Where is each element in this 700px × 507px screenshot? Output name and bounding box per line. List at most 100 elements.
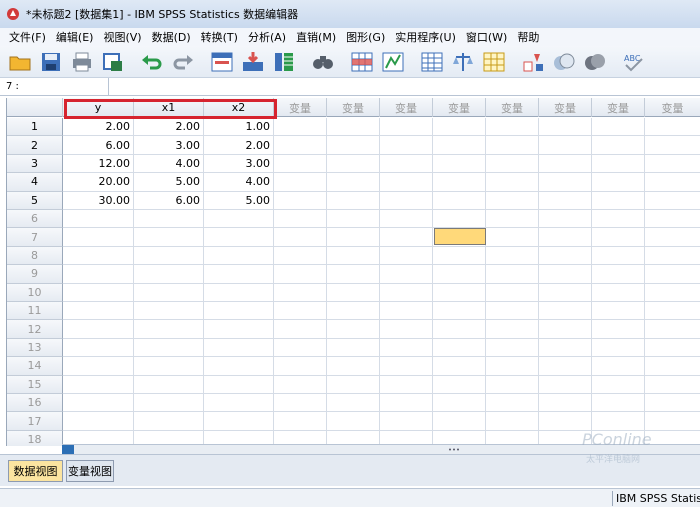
data-cell[interactable]: [327, 210, 380, 229]
data-cell[interactable]: [63, 357, 134, 376]
data-cell[interactable]: [433, 246, 486, 266]
data-cell[interactable]: [274, 228, 327, 247]
data-cell[interactable]: [274, 191, 327, 210]
data-cell[interactable]: [63, 283, 134, 302]
data-cell[interactable]: [274, 302, 327, 321]
data-cell[interactable]: [274, 246, 327, 266]
undo-icon[interactable]: [140, 50, 164, 74]
data-cell[interactable]: [134, 302, 204, 321]
data-cell[interactable]: [539, 246, 592, 266]
row-header[interactable]: 5: [7, 191, 63, 210]
data-cell[interactable]: [592, 136, 645, 155]
data-cell[interactable]: [592, 191, 645, 210]
data-cell[interactable]: [645, 154, 700, 174]
data-cell[interactable]: [380, 118, 433, 137]
row-header[interactable]: 1: [7, 118, 63, 137]
data-cell[interactable]: [592, 357, 645, 376]
redo-icon[interactable]: [171, 50, 195, 74]
data-cell[interactable]: 2.00: [63, 118, 134, 137]
data-cell[interactable]: [539, 154, 592, 174]
data-cell[interactable]: [274, 357, 327, 376]
data-cell[interactable]: [327, 412, 380, 431]
row-header[interactable]: 15: [7, 375, 63, 394]
data-cell[interactable]: [486, 357, 539, 376]
data-cell[interactable]: [592, 283, 645, 302]
data-cell[interactable]: [539, 320, 592, 339]
data-cell[interactable]: 4.00: [134, 154, 204, 174]
data-cell[interactable]: [134, 412, 204, 431]
data-cell[interactable]: [327, 228, 380, 247]
data-cell[interactable]: [380, 357, 433, 376]
find-icon[interactable]: [311, 50, 335, 74]
data-cell[interactable]: [486, 136, 539, 155]
data-cell[interactable]: [592, 338, 645, 358]
data-cell[interactable]: [539, 357, 592, 376]
data-cell[interactable]: [486, 375, 539, 394]
data-cell[interactable]: [380, 320, 433, 339]
data-cell[interactable]: [592, 118, 645, 137]
data-cell[interactable]: 2.00: [204, 136, 274, 155]
data-cell[interactable]: [486, 191, 539, 210]
data-cell[interactable]: [645, 375, 700, 394]
data-cell[interactable]: [134, 394, 204, 413]
data-cell[interactable]: [63, 338, 134, 358]
row-header[interactable]: 13: [7, 338, 63, 358]
data-cell[interactable]: 30.00: [63, 191, 134, 210]
row-header[interactable]: 8: [7, 246, 63, 266]
data-cell[interactable]: [433, 118, 486, 137]
data-cell[interactable]: [327, 173, 380, 192]
data-cell[interactable]: [63, 302, 134, 321]
data-cell[interactable]: [204, 338, 274, 358]
column-header-empty[interactable]: 变量: [592, 98, 645, 117]
data-cell[interactable]: [63, 246, 134, 266]
use-sets-icon[interactable]: [552, 50, 576, 74]
data-cell[interactable]: [539, 338, 592, 358]
data-cell[interactable]: [204, 265, 274, 284]
data-cell[interactable]: [327, 265, 380, 284]
data-cell[interactable]: [380, 375, 433, 394]
data-cell[interactable]: [645, 394, 700, 413]
tab-data-view[interactable]: 数据视图: [8, 460, 63, 482]
variables-icon[interactable]: [272, 50, 296, 74]
data-cell[interactable]: [327, 394, 380, 413]
data-cell[interactable]: [274, 375, 327, 394]
data-cell[interactable]: [204, 394, 274, 413]
data-cell[interactable]: [380, 173, 433, 192]
menu-utilities[interactable]: 实用程序(U): [390, 29, 461, 45]
data-cell[interactable]: [645, 412, 700, 431]
data-cell[interactable]: [645, 228, 700, 247]
data-cell[interactable]: [204, 357, 274, 376]
data-cell[interactable]: [486, 302, 539, 321]
data-cell[interactable]: [327, 191, 380, 210]
row-header[interactable]: 18: [7, 430, 63, 446]
data-cell[interactable]: [433, 136, 486, 155]
data-cell[interactable]: [592, 320, 645, 339]
data-cell[interactable]: [327, 118, 380, 137]
data-cell[interactable]: [645, 136, 700, 155]
data-cell[interactable]: [380, 228, 433, 247]
data-cell[interactable]: 5.00: [134, 173, 204, 192]
data-cell[interactable]: [63, 375, 134, 394]
row-header[interactable]: 2: [7, 136, 63, 155]
data-cell[interactable]: 3.00: [134, 136, 204, 155]
data-cell[interactable]: 1.00: [204, 118, 274, 137]
data-cell[interactable]: [592, 265, 645, 284]
data-cell[interactable]: [380, 302, 433, 321]
data-cell[interactable]: [539, 118, 592, 137]
data-cell[interactable]: [204, 210, 274, 229]
menu-graphs[interactable]: 图形(G): [341, 29, 390, 45]
data-cell[interactable]: [380, 210, 433, 229]
data-cell[interactable]: [274, 210, 327, 229]
column-header-empty[interactable]: 变量: [274, 98, 327, 117]
show-sets-icon[interactable]: [583, 50, 607, 74]
menu-window[interactable]: 窗口(W): [461, 29, 512, 45]
menu-file[interactable]: 文件(F): [4, 29, 51, 45]
data-cell[interactable]: [327, 136, 380, 155]
row-header[interactable]: 10: [7, 283, 63, 302]
data-cell[interactable]: [645, 246, 700, 266]
data-cell[interactable]: [380, 154, 433, 174]
data-cell[interactable]: [380, 338, 433, 358]
data-cell[interactable]: [274, 394, 327, 413]
data-cell[interactable]: [274, 136, 327, 155]
data-cell[interactable]: [327, 338, 380, 358]
